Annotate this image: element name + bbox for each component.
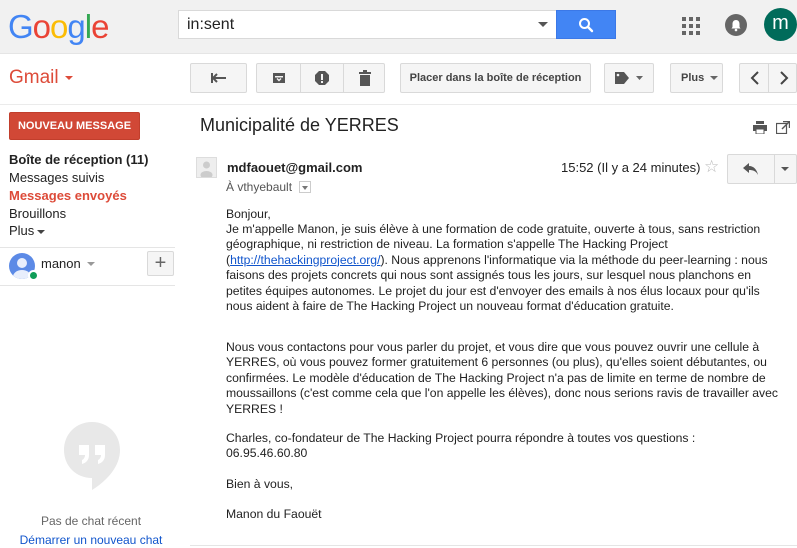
new-window-icon[interactable] [775,120,791,137]
sidebar-item-more[interactable]: Plus [9,223,46,238]
sender-email[interactable]: mdfaouet@gmail.com [227,160,362,175]
message-more-button[interactable] [774,154,797,184]
report-spam-button[interactable] [300,64,343,92]
reply-icon [743,163,758,175]
logo-letter: o [50,8,68,45]
message-timestamp: 15:52 (Il y a 24 minutes) [561,160,701,175]
more-actions-button[interactable]: Plus [670,63,723,93]
spam-icon [314,71,329,85]
sidebar-divider [0,247,175,248]
chevron-left-icon [750,71,759,85]
paragraph-3-text: Charles, co-fondateur de The Hacking Pro… [226,431,696,445]
trash-icon [358,70,371,86]
logo-letter: o [32,8,51,45]
logo-letter: G [8,8,34,45]
recipient-line: À vthyebault [226,180,312,194]
chevron-down-icon [781,167,789,171]
search-options-caret-icon[interactable] [538,22,548,27]
more-actions-caret-icon [710,76,719,81]
message-subject: Municipalité de YERRES [200,115,399,135]
sidebar-item-drafts[interactable]: Brouillons [9,206,66,221]
star-icon[interactable]: ☆ [704,158,719,176]
message-paragraph-2: Nous vous contactons pour vous parler du… [226,340,779,416]
new-chat-plus-button[interactable]: + [147,251,174,276]
notifications-bell-icon[interactable] [725,14,747,36]
reply-button[interactable] [727,154,775,184]
back-arrow-icon [210,73,226,83]
older-button[interactable] [769,64,797,92]
recipient-text: À vthyebault [226,180,293,194]
more-actions-label: Plus [681,72,705,84]
search-icon [579,18,594,33]
hangouts-status-caret-icon[interactable] [87,262,95,266]
labels-button[interactable] [604,63,654,93]
message-greeting: Bonjour, [226,207,271,221]
chevron-down-icon [37,229,46,234]
label-tag-icon [615,72,643,84]
no-recent-chats-text: Pas de chat récent [40,514,142,528]
toolbar-divider-line [0,104,797,105]
print-icon[interactable] [753,121,767,137]
sidebar-item-inbox[interactable]: Boîte de réception (11) [9,152,148,167]
sender-avatar [196,157,217,179]
logo-letter: e [91,8,109,45]
archive-button[interactable] [257,64,300,92]
gmail-menu-caret-icon[interactable] [65,76,73,80]
message-paragraph-3: Charles, co-fondateur de The Hacking Pro… [226,431,786,462]
hangouts-chat-icon [62,420,122,495]
chevron-right-icon [779,71,788,85]
show-details-caret-icon[interactable] [299,180,312,193]
logo-letter: g [67,8,85,45]
message-bottom-divider [190,545,797,546]
hangouts-user-name[interactable]: manon [41,256,81,271]
search-input[interactable] [187,11,517,38]
sidebar-item-sent[interactable]: Messages envoyés [9,188,127,203]
delete-button[interactable] [343,64,386,92]
start-new-chat-link[interactable]: Démarrer un nouveau chat [0,533,182,547]
sidebar-item-starred[interactable]: Messages suivis [9,170,104,185]
search-box [178,10,556,39]
message-paragraph-1: Je m'appelle Manon, je suis élève à une … [226,222,786,314]
online-status-dot [28,270,39,281]
search-button[interactable] [556,10,616,39]
compose-button[interactable]: NOUVEAU MESSAGE [9,112,140,140]
move-to-inbox-button[interactable]: Placer dans la boîte de réception [400,63,591,93]
sidebar-divider [0,285,175,286]
apps-grid-icon[interactable] [682,17,700,35]
top-bar: Google m [0,0,797,54]
newer-button[interactable] [740,64,769,92]
message-actions-group [256,63,385,93]
account-avatar[interactable]: m [764,8,797,41]
pager-group [739,63,797,93]
google-logo[interactable]: Google [8,8,109,46]
phone-number: 06.95.46.60.80 [226,446,308,461]
message-closing: Bien à vous, [226,477,294,491]
back-button[interactable] [190,63,247,93]
message-signature: Manon du Faouët [226,507,322,521]
archive-icon [272,73,285,83]
hacking-project-link[interactable]: http://thehackingproject.org/ [230,253,380,267]
sidebar-more-label: Plus [9,223,35,238]
gmail-menu-label[interactable]: Gmail [9,67,59,89]
